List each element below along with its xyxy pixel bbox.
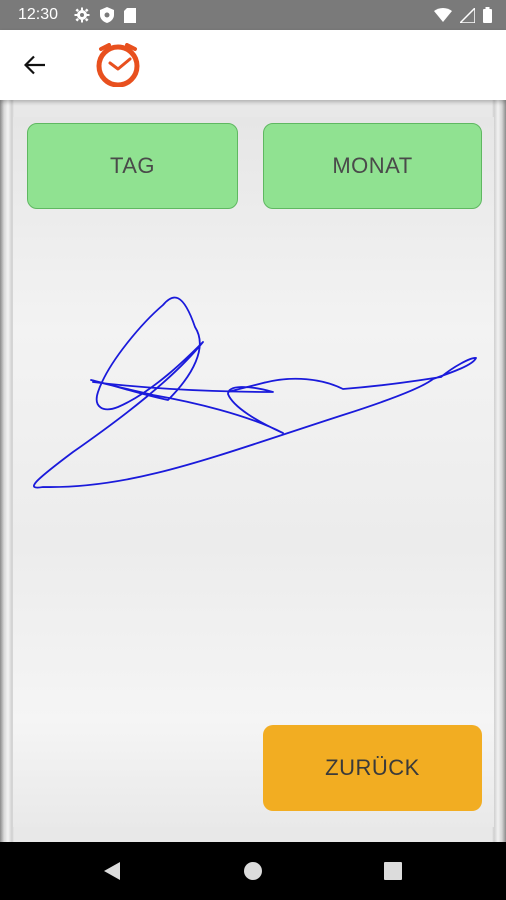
square-recents-icon [384, 862, 402, 880]
arrow-left-icon [24, 55, 45, 75]
status-time: 12:30 [18, 6, 59, 23]
content-area: TAG MONAT ZURÜCK [0, 100, 506, 842]
wifi-icon [434, 8, 452, 22]
app-bar [0, 30, 506, 100]
signature-stroke [32, 296, 477, 489]
signal-icon [460, 7, 475, 23]
circle-home-icon [244, 862, 262, 880]
status-bar: 12:30 [0, 0, 506, 30]
signature-drawing [32, 296, 477, 489]
nav-back-button[interactable] [82, 842, 142, 900]
signature-panel: TAG MONAT ZURÜCK [13, 117, 494, 827]
back-action-button[interactable]: ZURÜCK [263, 725, 482, 811]
gear-icon [74, 7, 90, 23]
back-button[interactable] [15, 45, 55, 85]
app-logo [90, 43, 146, 87]
sd-card-icon [124, 7, 137, 23]
status-icons-right [434, 7, 492, 23]
battery-icon [483, 7, 492, 23]
clock-logo-icon [96, 43, 140, 87]
status-icons-left [74, 7, 137, 23]
triangle-back-icon [104, 862, 120, 880]
month-button[interactable]: MONAT [263, 123, 482, 209]
day-button[interactable]: TAG [27, 123, 238, 209]
shield-icon [100, 7, 115, 23]
nav-home-button[interactable] [223, 842, 283, 900]
navigation-bar [0, 842, 506, 900]
nav-recents-button[interactable] [363, 842, 423, 900]
